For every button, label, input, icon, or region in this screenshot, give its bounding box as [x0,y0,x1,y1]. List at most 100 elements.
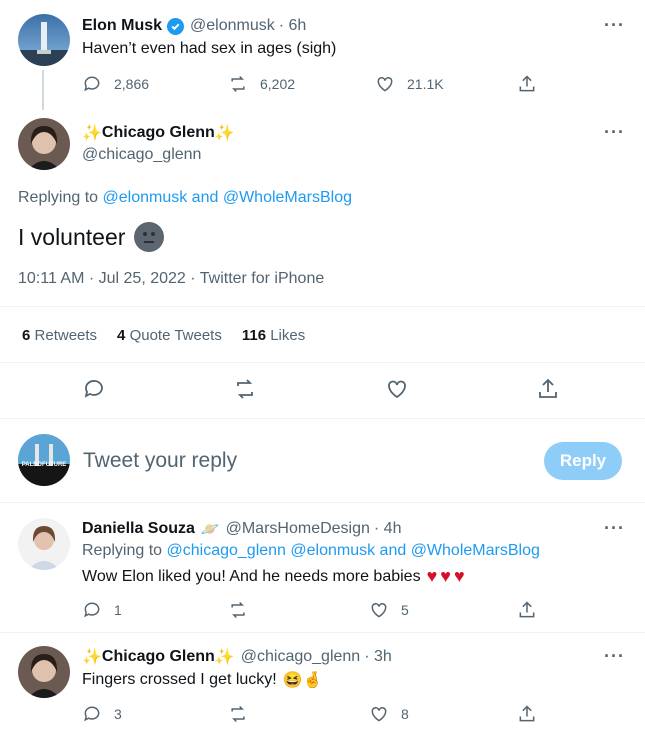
sparkle-icon: ✨ [214,649,235,666]
sparkle-icon: ✨ [82,125,102,142]
quotes-stat[interactable]: 4 Quote Tweets [117,327,222,344]
replying-label: Replying to [18,189,99,206]
logo-text: PALEOFUTURE [21,462,67,468]
share-icon [519,601,535,618]
mention-links[interactable]: @chicago_glenn @elonmusk and @WholeMarsB… [167,542,540,559]
author-name[interactable]: Chicago Glenn [102,124,215,142]
retweet-icon [231,75,245,93]
author-handle[interactable]: @chicago_glenn [241,648,360,666]
avatar-chicago-glenn[interactable] [18,646,70,698]
retweet-count: 6,202 [260,76,296,92]
author-name[interactable]: Elon Musk [82,17,162,35]
reply-icon [84,602,100,618]
divider [0,362,645,363]
reply-icon [84,706,100,722]
profile-photo [28,126,60,170]
author-handle[interactable]: @MarsHomeDesign [226,520,370,538]
retweet-icon [231,705,245,723]
quotes-label: Quote Tweets [129,327,222,344]
sparkle-icon: ✨ [82,649,102,666]
quotes-count: 4 [117,327,126,344]
heart-icon [371,706,387,722]
replying-to: Replying to @elonmusk and @WholeMarsBlog [18,189,352,207]
divider [0,502,645,503]
likes-stat[interactable]: 116 Likes [242,327,305,344]
verified-badge-icon [167,17,185,35]
retweet-icon [231,601,245,619]
reply-count: 2,866 [114,76,150,92]
thread-line [42,70,44,110]
avatar-elon[interactable] [18,14,70,66]
retweet-icon [237,379,253,399]
mention-connector: and [191,189,219,206]
more-options-icon[interactable]: ··· [604,518,625,539]
reply-input[interactable]: Tweet your reply [83,449,237,473]
profile-photo [28,654,60,698]
laughing-crossed-fingers-emoji-icon: 😆🤞 [282,672,323,689]
tweet-text: Wow Elon liked you! And he needs more ba… [82,567,421,585]
reply-action[interactable]: 1 [82,600,122,620]
reply-icon [84,380,103,398]
author-handle[interactable]: @chicago_glenn [82,146,201,164]
mention-link[interactable]: @WholeMarsBlog [223,189,352,206]
rocket-launch-image [18,22,70,66]
more-options-icon[interactable]: ··· [604,15,625,36]
heart-icon [377,76,393,92]
share-icon [519,705,535,722]
like-action[interactable]: 8 [369,704,409,724]
mention-link[interactable]: @elonmusk [103,189,188,206]
author-name[interactable]: Daniella Souza [82,520,195,538]
tweet-text: I volunteer [18,223,126,250]
share-icon [539,378,557,398]
reply-icon [84,76,100,92]
tweet-text: Fingers crossed I get lucky! [82,671,277,688]
retweets-stat[interactable]: 6 Retweets [22,327,97,344]
reply-action[interactable] [82,377,106,401]
reply-action[interactable]: 2,866 [82,74,149,94]
likes-label: Likes [270,327,306,344]
like-action[interactable]: 21.1K [375,74,444,94]
share-action[interactable] [517,74,537,94]
tweet-time[interactable]: · 4h [374,520,402,538]
reply-count: 3 [114,706,122,722]
more-options-icon[interactable]: ··· [604,646,625,667]
author-handle[interactable]: @elonmusk [190,17,275,35]
reply-action[interactable]: 3 [82,704,122,724]
retweet-action[interactable] [233,377,257,401]
more-options-icon[interactable]: ··· [604,122,625,143]
retweets-label: Retweets [34,327,98,344]
avatar-daniella[interactable] [18,518,70,570]
divider [0,306,645,307]
paleofuture-logo [18,444,70,486]
tweet-text: Haven’t even had sex in ages (sigh) [82,40,337,57]
tweet-stats: 6 Retweets 4 Quote Tweets 116 Likes [22,327,305,344]
retweet-action[interactable]: 6,202 [228,74,295,94]
reply-count: 1 [114,602,122,618]
divider [0,632,645,633]
share-action[interactable] [517,600,537,620]
divider [0,418,645,419]
heart-icon [371,602,387,618]
like-action[interactable] [385,377,409,401]
share-icon [519,75,535,92]
composer-avatar: PALEOFUTURE [18,434,70,486]
neutral-face-emoji-icon [134,222,165,252]
tweet-time[interactable]: · 6h [279,17,307,35]
like-action[interactable]: 5 [369,600,409,620]
like-count: 8 [401,706,409,722]
retweet-action[interactable] [228,704,248,724]
heart-icon [388,380,406,399]
sparkle-icon: ✨ [214,125,235,142]
share-action[interactable] [517,704,537,724]
share-action[interactable] [536,377,560,401]
tweet-time[interactable]: · 3h [364,648,392,666]
replying-label: Replying to [82,542,163,559]
avatar-chicago-glenn[interactable] [18,118,70,170]
retweet-action[interactable] [228,600,248,620]
tweet-meta: 10:11 AM · Jul 25, 2022 · Twitter for iP… [18,270,325,287]
reply-button[interactable]: Reply [544,442,622,480]
planet-emoji-icon: 🪐 [200,521,220,538]
retweets-count: 6 [22,327,31,344]
like-count: 5 [401,602,409,618]
author-name[interactable]: Chicago Glenn [102,648,215,666]
